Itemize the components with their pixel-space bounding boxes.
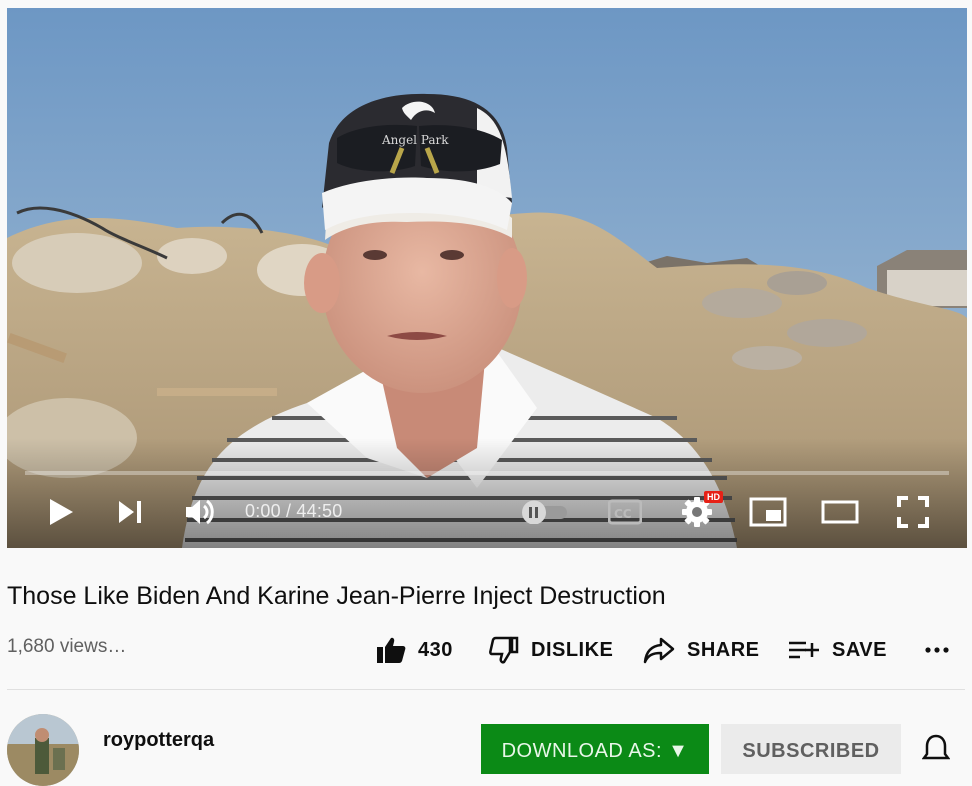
next-button[interactable] — [115, 492, 145, 532]
save-button[interactable]: SAVE — [788, 630, 887, 670]
save-to-playlist-icon — [789, 641, 819, 659]
dislike-button[interactable]: DISLIKE — [489, 630, 613, 670]
notification-bell-button[interactable] — [921, 734, 951, 765]
closed-captions-icon: CC — [608, 499, 642, 525]
skip-next-icon — [119, 501, 141, 523]
save-label: SAVE — [832, 638, 887, 661]
miniplayer-icon — [749, 497, 787, 527]
dislike-label: DISLIKE — [531, 638, 614, 661]
share-button[interactable]: SHARE — [643, 630, 760, 670]
like-button[interactable]: 430 — [376, 630, 453, 670]
play-icon — [50, 499, 73, 525]
divider — [7, 689, 965, 690]
thumbs-down-icon — [489, 636, 519, 664]
volume-button[interactable] — [183, 492, 217, 532]
share-icon — [643, 637, 675, 664]
channel-name[interactable]: roypotterqa — [103, 729, 214, 752]
thumbs-up-icon — [377, 637, 406, 663]
volume-icon — [186, 499, 214, 525]
theater-mode-icon — [821, 500, 859, 524]
fullscreen-icon — [897, 496, 929, 528]
time-display: 0:00 / 44:50 — [245, 501, 343, 521]
video-player[interactable]: Angel Park 0:00 / 44:50 CC HD — [7, 8, 967, 548]
view-count[interactable]: 1,680 views… — [7, 636, 126, 658]
subscribed-button[interactable]: SUBSCRIBED — [721, 724, 901, 774]
more-actions-button[interactable] — [924, 630, 962, 670]
miniplayer-button[interactable] — [749, 492, 787, 532]
video-title: Those Like Biden And Karine Jean-Pierre … — [7, 582, 666, 610]
fullscreen-button[interactable] — [896, 492, 930, 532]
share-label: SHARE — [687, 638, 760, 661]
avatar-image — [7, 714, 79, 786]
hd-badge: HD — [704, 491, 723, 503]
play-button[interactable] — [45, 492, 77, 532]
channel-avatar[interactable] — [7, 714, 79, 786]
captions-button[interactable]: CC — [607, 492, 643, 532]
like-count: 430 — [418, 638, 453, 661]
more-horizontal-icon — [925, 647, 949, 653]
autoplay-toggle-icon — [522, 500, 567, 524]
autoplay-toggle[interactable] — [519, 492, 571, 532]
svg-text:CC: CC — [614, 507, 632, 521]
bell-icon — [921, 734, 951, 760]
theater-mode-button[interactable] — [821, 492, 859, 532]
download-as-button[interactable]: DOWNLOAD AS: ▼ — [481, 724, 709, 774]
progress-bar[interactable] — [25, 471, 949, 475]
cap-logo-text: Angel Park — [381, 133, 449, 147]
